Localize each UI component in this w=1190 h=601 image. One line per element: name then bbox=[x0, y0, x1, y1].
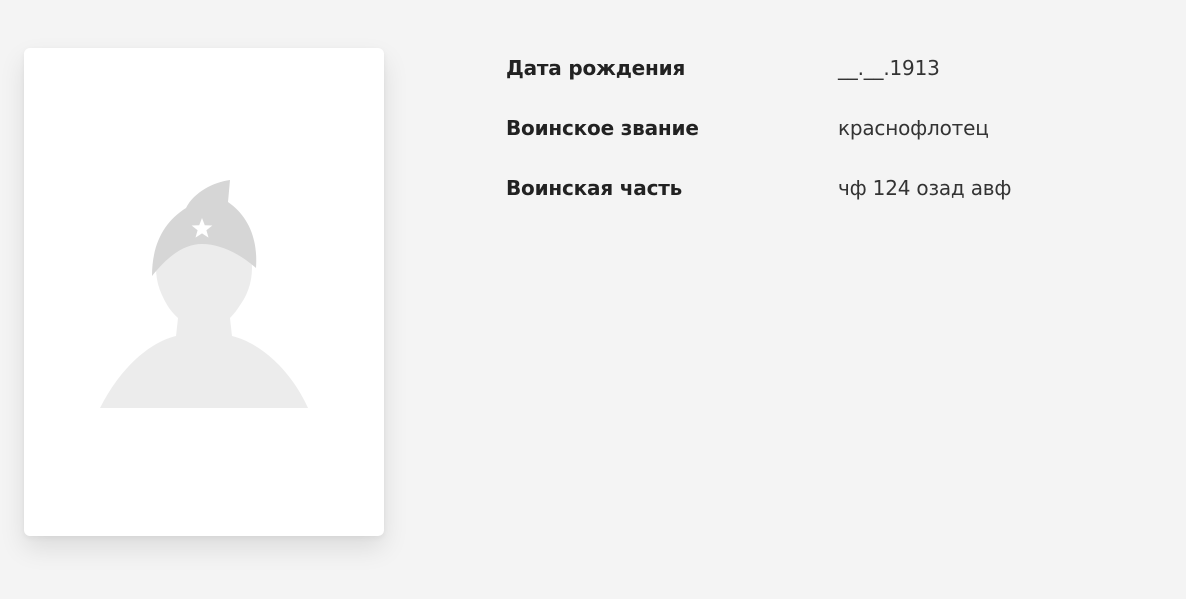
soldier-silhouette-icon bbox=[100, 180, 308, 408]
field-value: __.__.1913 bbox=[838, 56, 940, 80]
field-military-rank: Воинское звание краснофлотец bbox=[506, 116, 1011, 176]
person-card-panel: Дата рождения __.__.1913 Воинское звание… bbox=[0, 0, 1186, 599]
field-birth-date: Дата рождения __.__.1913 bbox=[506, 56, 1011, 116]
field-label: Воинское звание bbox=[506, 116, 699, 140]
field-value: чф 124 озад авф bbox=[838, 176, 1012, 200]
field-label: Воинская часть bbox=[506, 176, 683, 200]
field-label: Дата рождения bbox=[506, 56, 686, 80]
field-value: краснофлотец bbox=[838, 116, 989, 140]
person-info: Дата рождения __.__.1913 Воинское звание… bbox=[506, 56, 1011, 236]
field-military-unit: Воинская часть чф 124 озад авф bbox=[506, 176, 1011, 236]
photo-placeholder-card bbox=[24, 48, 384, 536]
